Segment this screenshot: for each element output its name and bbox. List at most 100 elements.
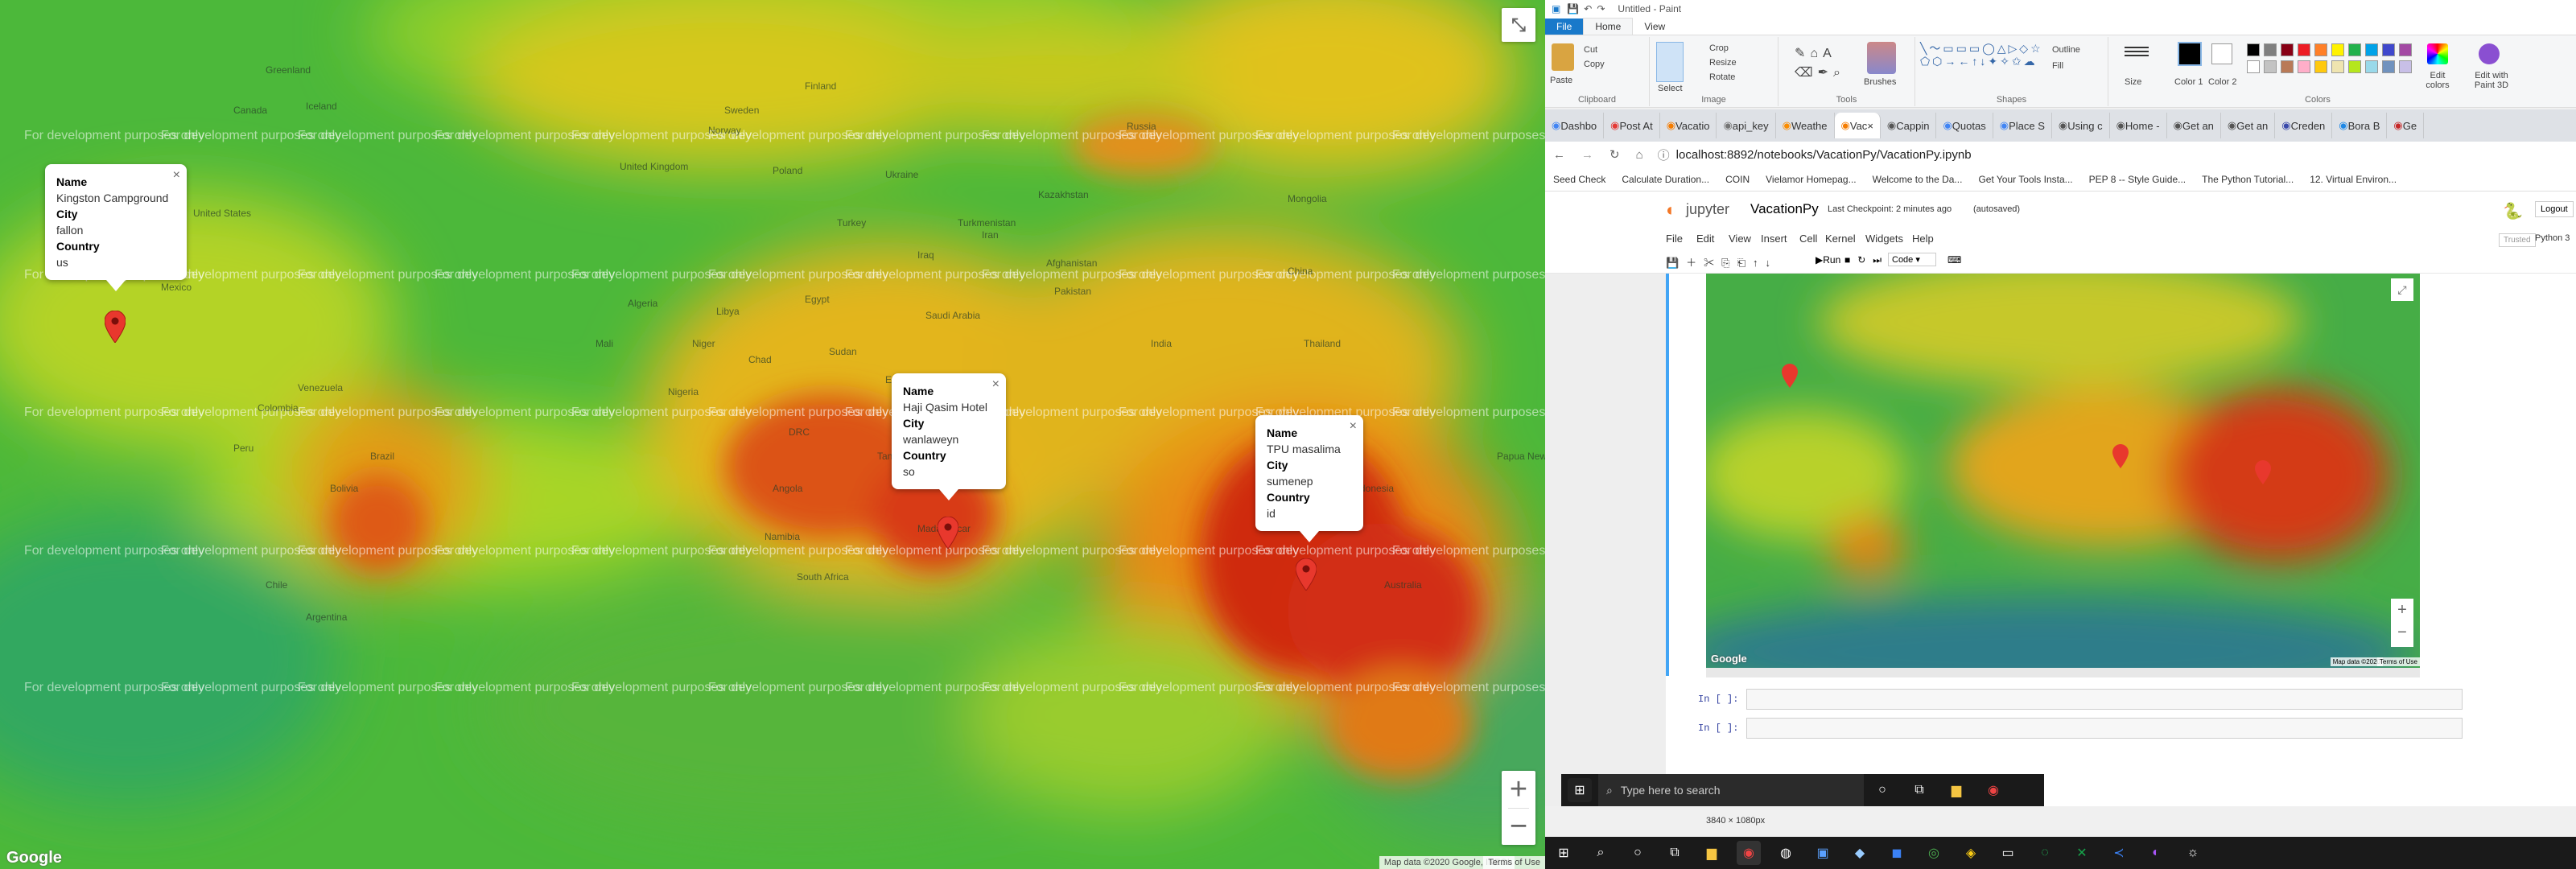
jupyter-logo[interactable]: jupyter xyxy=(1686,201,1729,218)
close-tab-icon[interactable]: × xyxy=(1867,120,1873,132)
palette-color-swatch[interactable] xyxy=(2382,43,2395,56)
jupyter-logo-icon[interactable]: ◐ xyxy=(1666,200,1676,220)
palette-color-swatch[interactable] xyxy=(2348,43,2361,56)
copy-button[interactable]: Copy xyxy=(1584,60,1605,69)
toolbar-icons[interactable]: 💾＋✂⎘⎗↑↓ xyxy=(1666,254,1778,270)
mini-heatmap[interactable]: ⤢ + − Google Map data ©2020 Terms of Use xyxy=(1706,274,2420,668)
paint3d-icon[interactable] xyxy=(2479,43,2500,64)
palette-color-swatch[interactable] xyxy=(2365,60,2378,73)
redo-icon[interactable]: ↷ xyxy=(1597,3,1605,14)
palette-color-swatch[interactable] xyxy=(2281,60,2294,73)
mini-fullscreen-button[interactable]: ⤢ xyxy=(2391,278,2413,301)
crop-button[interactable]: Crop xyxy=(1709,43,1729,53)
browser-tab[interactable]: ◉ Creden xyxy=(2275,113,2333,138)
app-icon[interactable]: ◎ xyxy=(1922,841,1946,865)
close-icon[interactable]: × xyxy=(173,167,180,183)
cortana-icon[interactable]: ○ xyxy=(1870,778,1894,802)
size-icon[interactable] xyxy=(2125,47,2149,48)
palette-color-swatch[interactable] xyxy=(2314,60,2327,73)
jupyter-menu-item[interactable]: Help xyxy=(1912,233,1934,245)
tool-icons[interactable]: ✎⌂A xyxy=(1795,45,1836,61)
reload-icon[interactable]: ↻ xyxy=(1609,147,1620,162)
tab-home[interactable]: Home xyxy=(1583,18,1634,35)
jupyter-menu-item[interactable]: Cell xyxy=(1799,233,1817,245)
excel-icon[interactable]: ✕ xyxy=(2070,841,2094,865)
bookmark-item[interactable]: Seed Check xyxy=(1553,174,1605,185)
gmaps-heatmap-view[interactable]: For development purposes only For develop… xyxy=(0,0,1545,869)
trusted-indicator[interactable]: Trusted xyxy=(2499,233,2536,247)
browser-tab[interactable]: ◉ Home - xyxy=(2110,113,2167,138)
palette-color-swatch[interactable] xyxy=(2264,43,2277,56)
zoom-in-button[interactable]: + xyxy=(1502,771,1535,808)
terms-link[interactable]: Terms of Use xyxy=(1483,856,1545,869)
palette-color-swatch[interactable] xyxy=(2281,43,2294,56)
undo-icon[interactable]: ↶ xyxy=(1584,3,1592,14)
windows-start-icon[interactable]: ⊞ xyxy=(1568,778,1592,802)
resize-button[interactable]: Resize xyxy=(1709,58,1737,68)
fullscreen-exit-button[interactable]: ⤡ xyxy=(1502,8,1535,42)
keyboard-icon[interactable]: ⌨ xyxy=(1947,254,1961,266)
file-explorer-icon[interactable]: ▆ xyxy=(1700,841,1724,865)
browser-tab[interactable]: ◉ Place S xyxy=(1993,113,2052,138)
browser-tab[interactable]: ◉ Get an xyxy=(2167,113,2221,138)
color1-swatch[interactable] xyxy=(2178,42,2202,66)
code-cell-input[interactable] xyxy=(1746,718,2463,739)
map-marker-pin[interactable] xyxy=(938,517,958,549)
palette-color-swatch[interactable] xyxy=(2298,60,2310,73)
chrome-icon[interactable]: ◉ xyxy=(1981,778,2005,802)
url-input[interactable]: localhost:8892/notebooks/VacationPy/Vaca… xyxy=(1676,148,1972,162)
outline-button[interactable]: Outline xyxy=(2052,45,2080,55)
chrome-icon[interactable]: ◉ xyxy=(1737,841,1761,865)
cortana-icon[interactable]: ○ xyxy=(1626,841,1650,865)
app-icon[interactable]: ☼ xyxy=(2181,841,2205,865)
zoom-out-button[interactable]: − xyxy=(1502,808,1535,845)
taskbar-search[interactable]: ⌕ Type here to search xyxy=(1598,774,1864,806)
palette-color-swatch[interactable] xyxy=(2264,60,2277,73)
app-icon[interactable]: ▭ xyxy=(1996,841,2020,865)
home-icon[interactable]: ⌂ xyxy=(1636,148,1643,162)
palette-color-swatch[interactable] xyxy=(2331,60,2344,73)
tool-icons-row2[interactable]: ⌫✒⌕ xyxy=(1795,64,1845,80)
shapes-gallery[interactable]: ╲〜▭▭▭◯△▷◇☆ xyxy=(1920,40,2043,56)
zoom-app-icon[interactable]: ◼ xyxy=(1885,841,1909,865)
jupyter-menu-item[interactable]: Widgets xyxy=(1865,233,1903,245)
jupyter-menu-item[interactable]: Edit xyxy=(1696,233,1714,245)
map-marker-pin[interactable] xyxy=(105,311,126,343)
google-logo[interactable]: Google xyxy=(6,849,62,867)
edit-colors-icon[interactable] xyxy=(2427,43,2448,64)
palette-color-swatch[interactable] xyxy=(2247,43,2260,56)
palette-color-swatch[interactable] xyxy=(2348,60,2361,73)
fill-button[interactable]: Fill xyxy=(2052,61,2063,71)
mini-google-logo[interactable]: Google xyxy=(1711,653,1747,665)
browser-tab[interactable]: ◉ Using c xyxy=(2052,113,2110,138)
browser-tab[interactable]: ◉ Quotas xyxy=(1936,113,1993,138)
bookmark-item[interactable]: Get Your Tools Insta... xyxy=(1978,174,2072,185)
bookmark-item[interactable]: COIN xyxy=(1725,174,1750,185)
browser-tab[interactable]: ◉ api_key xyxy=(1717,113,1776,138)
rotate-button[interactable]: Rotate xyxy=(1709,72,1735,82)
browser-tab[interactable]: ◉ Get an xyxy=(2221,113,2276,138)
palette-color-swatch[interactable] xyxy=(2247,60,2260,73)
tab-view[interactable]: View xyxy=(1633,19,1676,35)
bookmark-item[interactable]: The Python Tutorial... xyxy=(2202,174,2294,185)
cell-type-select[interactable]: Code ▾ xyxy=(1888,253,1936,266)
bookmark-item[interactable]: PEP 8 -- Style Guide... xyxy=(2089,174,2187,185)
browser-tab[interactable]: ◉ Vac × xyxy=(1834,113,1881,138)
windows-start-icon[interactable]: ⊞ xyxy=(1552,841,1576,865)
kernel-icons[interactable]: ■↻⏭ xyxy=(1844,254,1889,266)
bookmark-item[interactable]: Calculate Duration... xyxy=(1622,174,1709,185)
paste-button[interactable]: Paste xyxy=(1550,76,1572,85)
brushes-icon[interactable] xyxy=(1867,42,1896,74)
horizontal-scrollbar[interactable] xyxy=(1706,668,2420,677)
browser-tab[interactable]: ◉ Bora B xyxy=(2332,113,2388,138)
palette-color-swatch[interactable] xyxy=(2365,43,2378,56)
jupyter-menu-item[interactable]: Kernel xyxy=(1825,233,1856,245)
jupyter-menu-item[interactable]: File xyxy=(1666,233,1683,245)
cut-button[interactable]: Cut xyxy=(1584,45,1597,55)
task-view-icon[interactable]: ⧉ xyxy=(1907,778,1931,802)
app-icon[interactable]: ◐ xyxy=(2144,841,2168,865)
notebook-title[interactable]: VacationPy xyxy=(1750,201,1819,217)
task-view-icon[interactable]: ⧉ xyxy=(1663,841,1687,865)
app-icon[interactable]: ◍ xyxy=(1774,841,1798,865)
back-icon[interactable]: ← xyxy=(1553,148,1565,162)
